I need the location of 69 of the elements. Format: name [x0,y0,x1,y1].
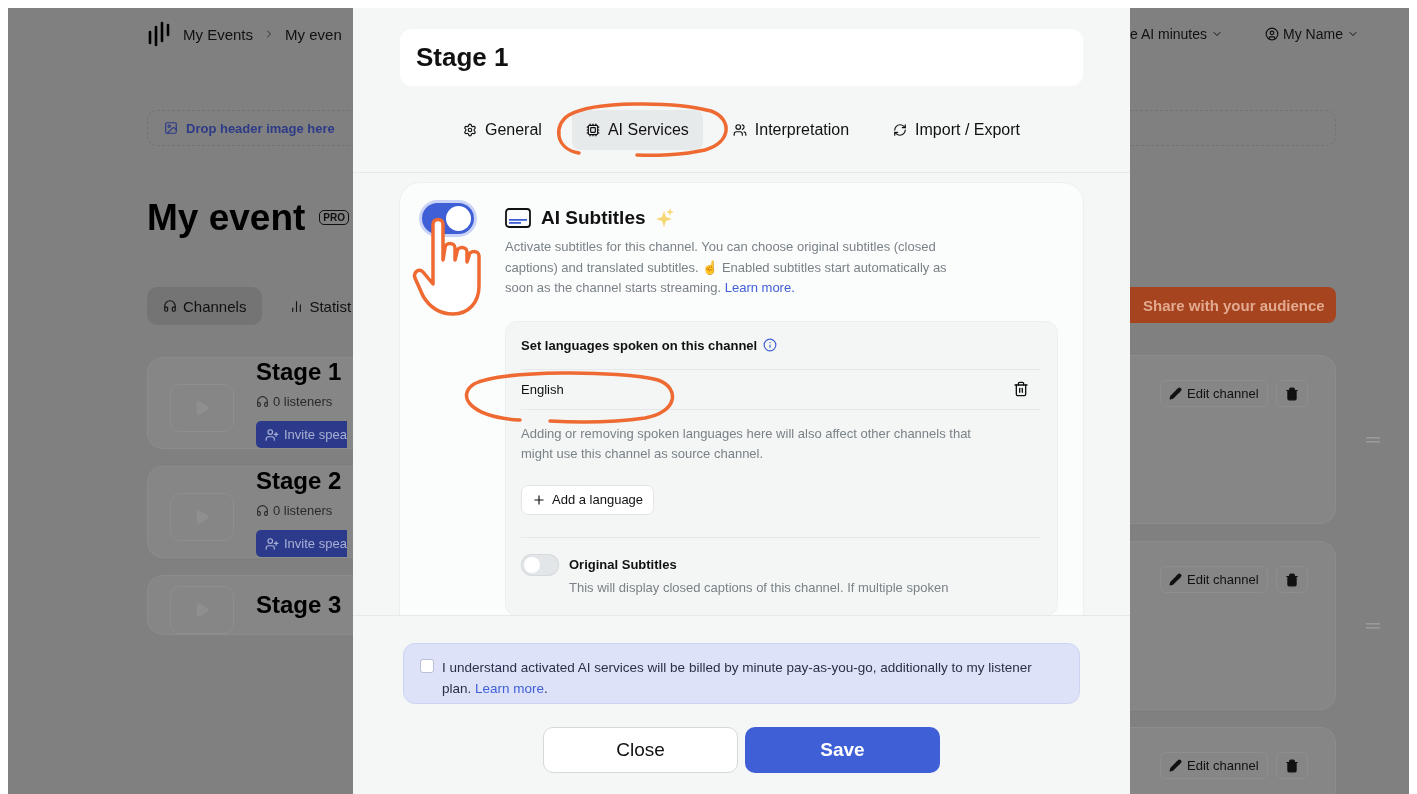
learn-more-link[interactable]: Learn more [475,681,545,696]
breadcrumb-link[interactable]: My Events [183,25,254,43]
headphones-icon [256,504,269,517]
gear-icon [462,123,477,137]
panel-title: Set languages spoken on this channel [521,337,758,353]
option-title: Original Subtitles [569,556,677,572]
checkbox[interactable] [420,659,434,673]
edit-channel-button[interactable]: Edit channel [1160,752,1268,779]
pencil-icon [1169,759,1182,772]
trash-icon [1284,386,1299,401]
image-icon [164,121,178,135]
section-title: AI Subtitles [541,207,646,229]
plus-icon [532,492,546,507]
person-add-icon [265,536,279,551]
trash-icon [1284,758,1299,773]
headphones-icon [256,395,269,408]
channel-name: Stage 2 [256,467,342,495]
edit-channel-button[interactable]: Edit channel [1160,380,1268,407]
dialog-tab[interactable]: Import / Export [879,110,1034,150]
invite-speaker-button[interactable]: Invite spea [256,530,347,557]
pro-badge: PRO [319,210,349,225]
delete-button[interactable] [1275,752,1308,779]
language-name: English [521,381,564,397]
bar-chart-icon [290,299,304,313]
person-add-icon [265,427,279,442]
listener-count: 0 listeners [256,394,333,409]
drop-header-text: Drop header image here [186,120,335,136]
drop-header-area[interactable] [1130,110,1336,146]
languages-note: Adding or removing spoken languages here will also affect other channels that might use this channel as source channel. [521,424,972,463]
page-tab[interactable]: Channels [147,287,263,325]
subtitles-icon [505,208,531,228]
refresh-icon [893,123,908,137]
share-button[interactable]: Share with your audience [1130,287,1336,323]
breadcrumb-link[interactable]: My even [285,25,342,43]
toggle-switch[interactable] [521,553,559,576]
pencil-icon [1169,387,1182,400]
invite-speaker-button[interactable]: Invite spea [256,421,347,448]
add-language-button[interactable]: Add a language [521,484,655,515]
delete-button[interactable] [1275,380,1308,407]
learn-more-link[interactable]: Learn more. [724,280,795,295]
event-title: My event [147,196,306,239]
drag-handle-icon[interactable] [1365,436,1380,443]
chip-icon [585,123,600,137]
user-menu[interactable]: My Name [1265,26,1359,42]
edit-channel-button[interactable]: Edit channel [1160,566,1268,593]
close-button[interactable]: Close [543,727,738,773]
dialog-tab[interactable]: Interpretation [718,110,864,150]
dialog-tab[interactable]: General [448,110,556,150]
trash-icon [1284,572,1299,587]
section-description: Activate subtitles for this channel. You can choose original subtitles (closed captions) and translated subtitles. ☝ Enabled subtitles start automatically as soon as the channel starts streaming. Learn more. [505,238,948,297]
drag-handle-icon[interactable] [1365,622,1380,629]
headphones-icon [163,299,177,313]
ai-minutes-menu[interactable]: e AI minutes [1130,26,1224,42]
pencil-icon [1169,573,1182,586]
trash-icon[interactable] [1013,381,1029,397]
people-icon [732,123,747,137]
channel-name: Stage 3 [256,591,342,619]
option-description: This will display closed captions of this channel. If multiple spoken [569,579,949,595]
listener-count: 0 listeners [256,503,333,518]
user-icon [1265,27,1280,41]
billing-notice-text: I understand activated AI services will be billed by minute pay-as-you-go, additionally to my listener plan. Learn more. [442,659,1033,698]
channel-title-field[interactable]: Stage 1 [400,29,1083,86]
save-button[interactable]: Save [745,727,940,773]
sparkles-icon [655,208,674,228]
page-tab[interactable]: Statist [274,287,353,325]
channel-name: Stage 1 [256,358,342,386]
delete-button[interactable] [1275,566,1308,593]
dialog-tab[interactable]: AI Services [571,110,703,150]
info-icon [763,338,778,352]
